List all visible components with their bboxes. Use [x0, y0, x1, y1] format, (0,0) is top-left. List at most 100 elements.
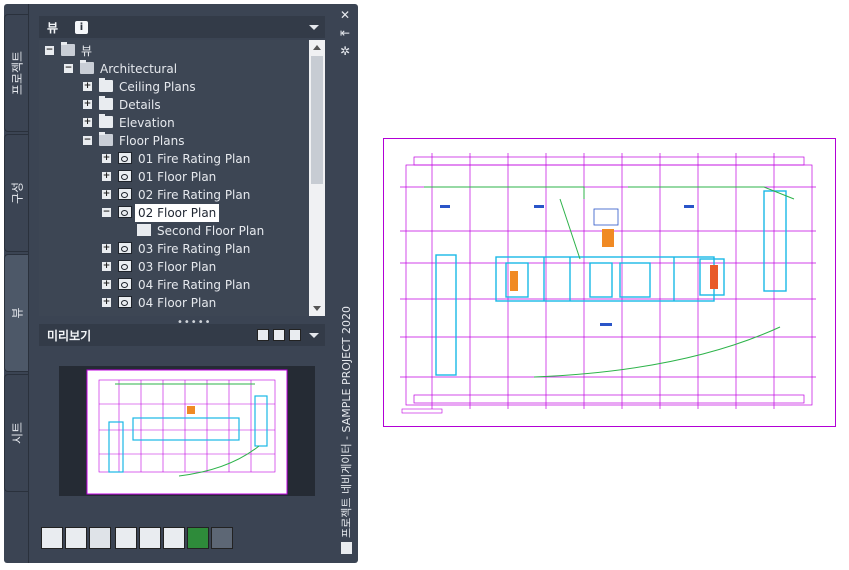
- tree-node-elevation[interactable]: + Elevation: [39, 114, 309, 132]
- tree-node-label: 뷰: [81, 44, 93, 58]
- tree-node-details[interactable]: + Details: [39, 96, 309, 114]
- tab-sheets-label: 시트: [10, 421, 25, 445]
- view-icon: [118, 278, 132, 290]
- tab-views-label: 뷰: [10, 307, 25, 319]
- tree-node-ceiling-plans[interactable]: + Ceiling Plans: [39, 78, 309, 96]
- view-icon: [118, 188, 132, 200]
- preview-title: 미리보기: [47, 329, 92, 343]
- tree-node-view[interactable]: + 02 Fire Rating Plan: [39, 186, 309, 204]
- tab-project-label: 프로젝트: [10, 50, 25, 96]
- tree-node-root[interactable]: − 뷰: [39, 42, 309, 60]
- collapse-icon[interactable]: −: [102, 208, 111, 217]
- info-icon[interactable]: i: [75, 21, 88, 34]
- tree-node-view-selected[interactable]: − 02 Floor Plan: [39, 204, 309, 222]
- folder-icon: [99, 96, 113, 110]
- properties-button[interactable]: [163, 527, 185, 549]
- tree-node-floor-plans[interactable]: − Floor Plans: [39, 132, 309, 150]
- tree-node-label: 04 Fire Rating Plan: [138, 278, 251, 292]
- preview-zoom-icon[interactable]: [289, 329, 301, 341]
- expand-icon[interactable]: +: [102, 172, 111, 181]
- add-detail-view-button[interactable]: [65, 527, 87, 549]
- tree-node-view[interactable]: + 04 Floor Plan: [39, 294, 309, 312]
- view-icon: [118, 296, 132, 308]
- tree-node-label-selected: 02 Floor Plan: [135, 204, 220, 222]
- tab-sheets[interactable]: 시트: [4, 374, 29, 492]
- views-title: 뷰: [47, 21, 59, 35]
- tree-node-architectural[interactable]: − Architectural: [39, 60, 309, 78]
- tree-node-label: 01 Fire Rating Plan: [138, 152, 251, 166]
- refresh-button[interactable]: [187, 527, 209, 549]
- preview-image-icon[interactable]: [273, 329, 285, 341]
- collapse-icon[interactable]: −: [64, 64, 73, 73]
- expand-icon[interactable]: +: [102, 262, 111, 271]
- palette-titlebar: ✕ ⇤ ✲ 프로젝트 네비게이터 - SAMPLE PROJECT 2020: [335, 4, 358, 563]
- views-panel: 뷰 i − 뷰 − Architectural + Ceiling Plans: [28, 4, 334, 563]
- floor-plan-svg: [400, 153, 816, 414]
- tree-node-view[interactable]: + 01 Fire Rating Plan: [39, 150, 309, 168]
- chevron-down-icon[interactable]: [309, 333, 319, 338]
- preview-pane: [59, 366, 315, 496]
- tree-node-label: Ceiling Plans: [119, 80, 196, 94]
- scroll-down-icon[interactable]: [313, 306, 321, 311]
- tree-node-view[interactable]: + 03 Fire Rating Plan: [39, 240, 309, 258]
- floor-plan-drawing: [383, 138, 836, 427]
- tree-node-label: Second Floor Plan: [157, 224, 265, 238]
- preview-settings-icon[interactable]: [257, 329, 269, 341]
- palette-title: 프로젝트 네비게이터 - SAMPLE PROJECT 2020: [340, 306, 353, 538]
- folder-open-icon: [99, 132, 113, 146]
- tree-node-label: Architectural: [100, 62, 178, 76]
- folder-open-icon: [61, 42, 75, 56]
- tab-project[interactable]: 프로젝트: [4, 14, 29, 132]
- scroll-up-icon[interactable]: [313, 45, 321, 50]
- tree-node-label: 03 Floor Plan: [138, 260, 217, 274]
- collapse-icon[interactable]: −: [83, 136, 92, 145]
- folder-open-icon: [80, 60, 94, 74]
- close-icon[interactable]: ✕: [340, 8, 350, 22]
- tree-node-label: Floor Plans: [119, 134, 185, 148]
- palette-menu-icon[interactable]: [341, 542, 352, 554]
- tab-views[interactable]: 뷰: [4, 254, 29, 372]
- tree-node-label: 02 Fire Rating Plan: [138, 188, 251, 202]
- tree-node-label: Details: [119, 98, 161, 112]
- view-locked-icon: [118, 206, 132, 218]
- views-header: 뷰 i: [39, 16, 325, 38]
- view-icon: [118, 260, 132, 272]
- tree-node-sheet-view[interactable]: Second Floor Plan: [39, 222, 309, 240]
- tree-node-label: 01 Floor Plan: [138, 170, 217, 184]
- scroll-thumb[interactable]: [311, 56, 323, 184]
- expand-icon[interactable]: +: [83, 100, 92, 109]
- tree-node-label: Elevation: [119, 116, 175, 130]
- regenerate-button[interactable]: [115, 527, 137, 549]
- preview-thumbnail: [86, 369, 288, 495]
- chevron-down-icon[interactable]: [309, 25, 319, 30]
- tree-node-label: 03 Fire Rating Plan: [138, 242, 251, 256]
- collapse-icon[interactable]: −: [45, 46, 54, 55]
- tree-node-label: 04 Floor Plan: [138, 296, 217, 310]
- autohide-icon[interactable]: ⇤: [340, 26, 350, 40]
- expand-icon[interactable]: +: [102, 244, 111, 253]
- expand-icon[interactable]: +: [102, 190, 111, 199]
- project-navigator-palette: 프로젝트 구성 뷰 시트 뷰 i − 뷰 − Architectural + C…: [4, 4, 358, 563]
- sheet-view-icon: [137, 224, 151, 236]
- tree-scrollbar[interactable]: [309, 40, 325, 316]
- add-section-view-button[interactable]: [89, 527, 111, 549]
- tab-constructs-label: 구성: [10, 181, 25, 205]
- view-icon: [118, 170, 132, 182]
- views-tree[interactable]: − 뷰 − Architectural + Ceiling Plans + De…: [39, 40, 325, 316]
- expand-icon[interactable]: +: [102, 298, 111, 307]
- expand-icon[interactable]: +: [83, 82, 92, 91]
- open-view-button[interactable]: [139, 527, 161, 549]
- preview-header: 미리보기: [39, 324, 325, 346]
- tree-node-view[interactable]: + 04 Fire Rating Plan: [39, 276, 309, 294]
- repath-button[interactable]: [211, 527, 233, 549]
- tree-node-view[interactable]: + 03 Floor Plan: [39, 258, 309, 276]
- add-view-button[interactable]: [41, 527, 63, 549]
- tab-constructs[interactable]: 구성: [4, 134, 29, 252]
- tree-node-view[interactable]: + 01 Floor Plan: [39, 168, 309, 186]
- properties-icon[interactable]: ✲: [340, 44, 350, 58]
- view-icon: [118, 242, 132, 254]
- expand-icon[interactable]: +: [102, 154, 111, 163]
- expand-icon[interactable]: +: [102, 280, 111, 289]
- folder-icon: [99, 114, 113, 128]
- expand-icon[interactable]: +: [83, 118, 92, 127]
